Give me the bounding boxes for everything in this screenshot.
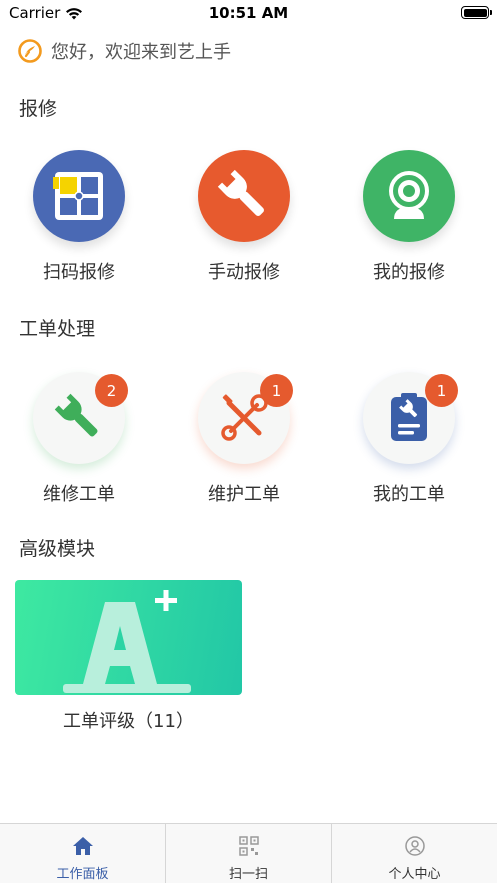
manual-repair-label: 手动报修 bbox=[208, 262, 280, 283]
tab-scan-label: 扫一扫 bbox=[228, 867, 268, 882]
battery-icon bbox=[461, 6, 492, 19]
scan-repair-circle bbox=[33, 150, 125, 242]
tab-dashboard-label: 工作面板 bbox=[56, 867, 109, 882]
clipboard-icon bbox=[391, 393, 427, 441]
scan-repair-button[interactable]: 扫码报修 bbox=[14, 150, 144, 284]
repair-order-badge: 2 bbox=[95, 374, 128, 407]
my-repair-label: 我的报修 bbox=[373, 262, 445, 283]
my-order-circle: 1 bbox=[363, 372, 458, 464]
scan-repair-label: 扫码报修 bbox=[43, 262, 115, 283]
grading-module-label: 工单评级（11） bbox=[63, 711, 194, 732]
tab-profile[interactable]: 个人中心 bbox=[332, 824, 497, 883]
maintenance-order-label: 维护工单 bbox=[208, 484, 280, 505]
orange-logo-icon bbox=[18, 39, 42, 63]
section-title-work-orders: 工单处理 bbox=[19, 318, 96, 340]
tab-profile-label: 个人中心 bbox=[388, 867, 441, 882]
greeting-text: 您好，欢迎来到艺上手 bbox=[51, 42, 231, 63]
tab-scan[interactable]: 扫一扫 bbox=[166, 824, 332, 883]
camera-icon bbox=[389, 171, 429, 219]
wrench-icon bbox=[217, 169, 264, 216]
maintenance-order-button[interactable]: 1 维护工单 bbox=[179, 372, 309, 506]
home-icon bbox=[72, 837, 93, 855]
manual-repair-circle bbox=[198, 150, 290, 242]
my-repair-circle bbox=[363, 150, 455, 242]
scan-code-icon bbox=[53, 172, 103, 220]
tab-dashboard[interactable]: 工作面板 bbox=[0, 824, 166, 883]
status-bar: Carrier 10:51 AM bbox=[0, 0, 497, 26]
maintenance-order-badge: 1 bbox=[260, 374, 293, 407]
maintenance-order-circle: 1 bbox=[198, 372, 293, 464]
my-order-button[interactable]: 1 我的工单 bbox=[344, 372, 474, 506]
grading-module-card[interactable] bbox=[15, 580, 242, 695]
clock: 10:51 AM bbox=[208, 4, 289, 22]
tab-bar: 工作面板 扫一扫 个人中心 bbox=[0, 823, 497, 883]
greeting: 您好，欢迎来到艺上手 bbox=[18, 38, 231, 64]
qr-scan-icon bbox=[238, 836, 259, 856]
section-title-repair: 报修 bbox=[19, 98, 58, 120]
wrench-icon bbox=[54, 393, 98, 437]
manual-repair-button[interactable]: 手动报修 bbox=[179, 150, 309, 284]
repair-order-circle: 2 bbox=[33, 372, 128, 464]
grade-a-plus-icon bbox=[63, 590, 191, 693]
my-repair-button[interactable]: 我的报修 bbox=[344, 150, 474, 284]
repair-order-button[interactable]: 2 维修工单 bbox=[14, 372, 144, 506]
repair-order-label: 维修工单 bbox=[43, 484, 115, 505]
user-icon bbox=[404, 836, 425, 856]
section-title-advanced: 高级模块 bbox=[19, 538, 96, 560]
my-order-badge: 1 bbox=[425, 374, 458, 407]
my-order-label: 我的工单 bbox=[373, 484, 445, 505]
